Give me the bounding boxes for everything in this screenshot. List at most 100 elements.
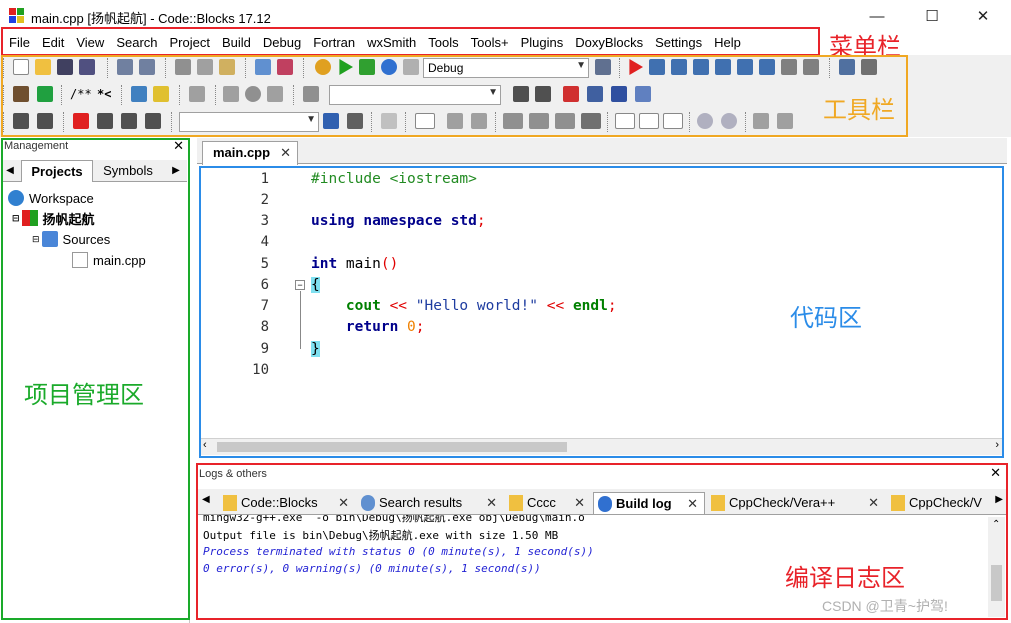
wrench-icon[interactable] bbox=[347, 113, 363, 129]
new-file-icon[interactable] bbox=[13, 59, 29, 75]
tab-close-icon[interactable]: ✕ bbox=[868, 492, 879, 514]
menu-build[interactable]: Build bbox=[216, 34, 257, 52]
tab-search-results[interactable]: Search results ✕ bbox=[357, 492, 503, 514]
widget-panel-icon[interactable] bbox=[471, 113, 487, 129]
next-flag-icon[interactable] bbox=[121, 113, 137, 129]
debug-start-icon[interactable] bbox=[629, 59, 643, 75]
menu-tools[interactable]: Tools bbox=[422, 34, 464, 52]
minimize-button[interactable]: — bbox=[857, 4, 897, 28]
replace-icon[interactable] bbox=[277, 59, 293, 75]
fold-toggle-icon[interactable]: − bbox=[295, 280, 305, 290]
extract-docs-icon[interactable] bbox=[37, 86, 53, 102]
menu-plugins[interactable]: Plugins bbox=[515, 34, 570, 52]
menu-file[interactable]: File bbox=[3, 34, 36, 52]
toolbar-grip[interactable] bbox=[3, 85, 5, 105]
redo-icon[interactable] bbox=[139, 59, 155, 75]
debugging-windows-icon[interactable] bbox=[839, 59, 855, 75]
tree-item-main-cpp[interactable]: main.cpp bbox=[72, 250, 146, 270]
nav-back-icon[interactable] bbox=[13, 113, 29, 129]
scrollbar-thumb[interactable] bbox=[991, 565, 1002, 601]
abort-icon[interactable] bbox=[403, 59, 419, 75]
zoom-in-icon[interactable] bbox=[697, 113, 713, 129]
tab-close-icon[interactable]: ✕ bbox=[338, 492, 349, 514]
s-icon[interactable] bbox=[753, 113, 769, 129]
menu-view[interactable]: View bbox=[70, 34, 110, 52]
align-center-icon[interactable] bbox=[639, 113, 659, 129]
tab-scroll-right-icon[interactable]: ▶ bbox=[995, 494, 1003, 505]
align-left-icon[interactable] bbox=[615, 113, 635, 129]
nav-forward-icon[interactable] bbox=[37, 113, 53, 129]
run-chm-icon[interactable] bbox=[153, 86, 169, 102]
tab-scroll-left-icon[interactable]: ◀ bbox=[3, 160, 17, 182]
tab-scroll-left-icon[interactable]: ◀ bbox=[202, 494, 210, 505]
management-close-button[interactable]: ✕ bbox=[173, 138, 184, 154]
tab-close-icon[interactable]: ✕ bbox=[280, 142, 291, 164]
step-into-icon[interactable] bbox=[693, 59, 709, 75]
logs-close-button[interactable]: ✕ bbox=[990, 465, 1001, 481]
tab-scroll-right-icon[interactable]: ▶ bbox=[169, 160, 183, 182]
symbol-search-select[interactable]: ▼ bbox=[179, 112, 319, 132]
run-to-cursor-icon[interactable] bbox=[649, 59, 665, 75]
tab-projects[interactable]: Projects bbox=[21, 160, 93, 182]
horizontal-scrollbar[interactable]: ‹ › bbox=[199, 438, 1003, 455]
prev-flag-icon[interactable] bbox=[97, 113, 113, 129]
pointer-icon[interactable] bbox=[381, 113, 397, 129]
toolbar-grip[interactable] bbox=[3, 112, 5, 132]
menu-wxsmith[interactable]: wxSmith bbox=[361, 34, 422, 52]
menu-settings[interactable]: Settings bbox=[649, 34, 708, 52]
menu-fortran[interactable]: Fortran bbox=[307, 34, 361, 52]
tab-build-log[interactable]: Build log ✕ bbox=[593, 492, 705, 514]
toggle-bookmark-icon[interactable] bbox=[245, 86, 261, 102]
tab-cppcheck-vera[interactable]: CppCheck/Vera++ ✕ bbox=[707, 492, 885, 514]
layout-fill-icon[interactable] bbox=[581, 113, 601, 129]
rebuild-icon[interactable] bbox=[381, 59, 397, 75]
line-comment-button[interactable]: *< bbox=[97, 87, 111, 101]
tab-main-cpp[interactable]: main.cpp ✕ bbox=[202, 141, 298, 165]
menu-help[interactable]: Help bbox=[708, 34, 747, 52]
layout-bottom-icon[interactable] bbox=[555, 113, 575, 129]
menu-doxyblocks[interactable]: DoxyBlocks bbox=[569, 34, 649, 52]
close-button[interactable]: ✕ bbox=[963, 4, 1003, 28]
save-icon[interactable] bbox=[57, 59, 73, 75]
tab-cppcheck-v[interactable]: CppCheck/V bbox=[887, 492, 997, 514]
doxy-preferences-icon[interactable] bbox=[189, 86, 205, 102]
doxywizard-icon[interactable] bbox=[13, 86, 29, 102]
next-bookmark-icon[interactable] bbox=[267, 86, 283, 102]
open-folder-icon[interactable] bbox=[35, 59, 51, 75]
show-target-dialog-icon[interactable] bbox=[595, 59, 611, 75]
cut-icon[interactable] bbox=[175, 59, 191, 75]
next-line-icon[interactable] bbox=[671, 59, 687, 75]
build-gear-icon[interactable] bbox=[315, 59, 331, 75]
text-case-icon[interactable] bbox=[611, 86, 627, 102]
run-icon[interactable] bbox=[339, 59, 353, 75]
build-and-run-icon[interactable] bbox=[359, 59, 375, 75]
step-into-instruction-icon[interactable] bbox=[759, 59, 775, 75]
vertical-scrollbar[interactable]: ⌃ bbox=[988, 517, 1005, 617]
tab-codeblocks-log[interactable]: Code::Blocks ✕ bbox=[219, 492, 355, 514]
menu-tools-plus[interactable]: Tools+ bbox=[465, 34, 515, 52]
paste-icon[interactable] bbox=[219, 59, 235, 75]
menu-edit[interactable]: Edit bbox=[36, 34, 70, 52]
save-all-icon[interactable] bbox=[79, 59, 95, 75]
scrollbar-thumb[interactable] bbox=[217, 442, 567, 452]
build-target-select[interactable]: Debug ▼ bbox=[423, 58, 589, 78]
prev-bookmark-icon[interactable] bbox=[223, 86, 239, 102]
toolbar-grip[interactable] bbox=[3, 58, 5, 78]
tree-item-workspace[interactable]: Workspace bbox=[8, 188, 94, 208]
run-html-icon[interactable] bbox=[131, 86, 147, 102]
widget-dialog-icon[interactable] bbox=[447, 113, 463, 129]
find-icon[interactable] bbox=[255, 59, 271, 75]
menu-search[interactable]: Search bbox=[110, 34, 163, 52]
step-out-icon[interactable] bbox=[715, 59, 731, 75]
copy-icon[interactable] bbox=[197, 59, 213, 75]
scroll-up-icon[interactable]: ⌃ bbox=[992, 519, 1000, 530]
tab-cccc[interactable]: Cccc ✕ bbox=[505, 492, 591, 514]
tab-close-icon[interactable]: ✕ bbox=[687, 493, 698, 515]
undo-icon[interactable] bbox=[117, 59, 133, 75]
jump-back-icon[interactable] bbox=[513, 86, 529, 102]
tree-item-sources[interactable]: ⊟ Sources bbox=[32, 229, 110, 249]
c-icon[interactable] bbox=[777, 113, 793, 129]
tree-item-project[interactable]: ⊟ 扬帆起航 bbox=[12, 208, 95, 228]
maximize-button[interactable]: ☐ bbox=[912, 4, 952, 28]
clear-flags-icon[interactable] bbox=[145, 113, 161, 129]
